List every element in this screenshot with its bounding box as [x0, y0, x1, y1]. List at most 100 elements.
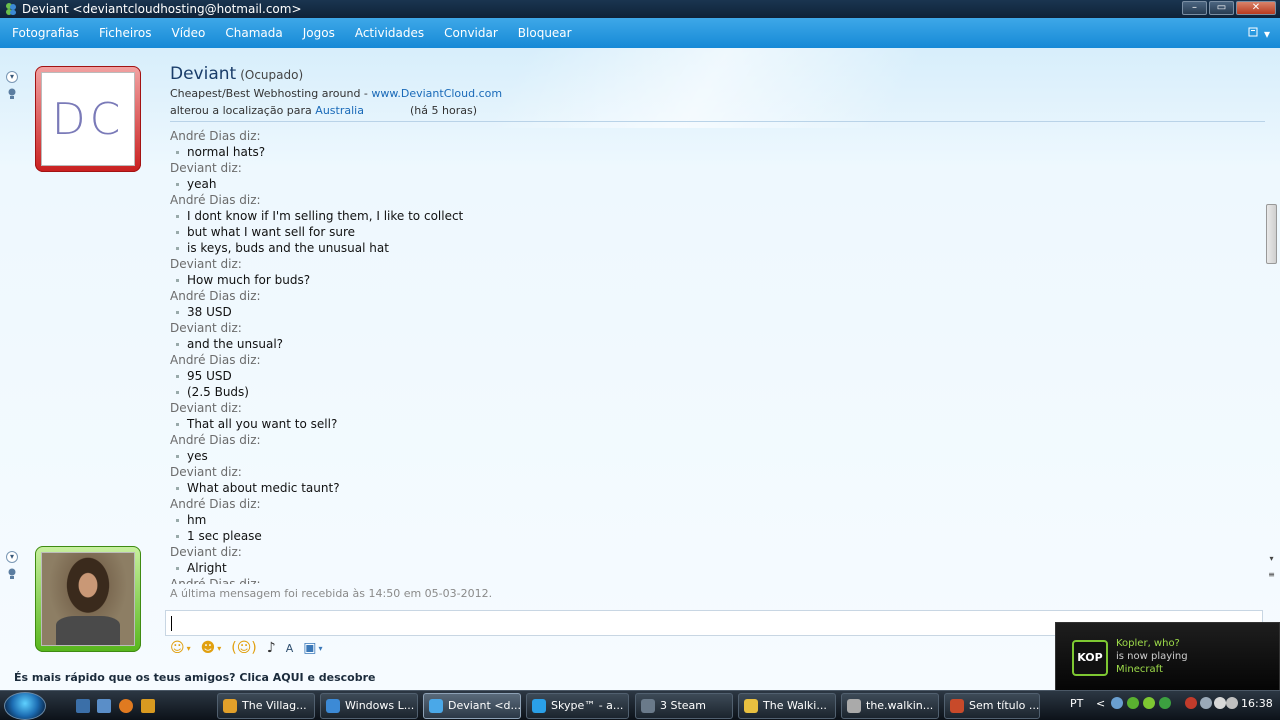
firefox-icon[interactable]: [119, 699, 133, 713]
menu-item-video[interactable]: Vídeo: [161, 26, 215, 40]
taskbar-button-label: Skype™ - a...: [551, 699, 624, 712]
close-button[interactable]: ✕: [1236, 1, 1276, 15]
wink-icon: ☻: [200, 640, 216, 656]
personal-message-link[interactable]: www.DeviantCloud.com: [371, 87, 502, 100]
menu-item-actividades[interactable]: Actividades: [345, 26, 434, 40]
font-button[interactable]: A: [286, 642, 294, 655]
kopler-tray-icon[interactable]: [1143, 697, 1155, 709]
promo-banner[interactable]: És mais rápido que os teus amigos? Clica…: [14, 671, 376, 684]
title-bar: Deviant <deviantcloudhosting@hotmail.com…: [0, 0, 1280, 18]
language-indicator[interactable]: PT: [1070, 697, 1083, 710]
taskbar-button[interactable]: Deviant <d...: [423, 693, 521, 719]
header-divider: [170, 121, 1265, 122]
scroll-down-arrow[interactable]: ▾: [1265, 554, 1278, 564]
notification-activity: is now playing: [1116, 651, 1188, 662]
user-avatar[interactable]: [35, 546, 141, 652]
emoticon-button[interactable]: ☺ ▾: [170, 640, 191, 656]
last-message-info: A última mensagem foi recebida às 14:50 …: [170, 587, 493, 600]
menu-item-bloquear[interactable]: Bloquear: [508, 26, 582, 40]
menu-item-convidar[interactable]: Convidar: [434, 26, 508, 40]
security-tray-icon[interactable]: [1185, 697, 1197, 709]
notification-game: Minecraft: [1116, 664, 1163, 675]
emoticon-icon: ☺: [170, 640, 185, 656]
menu-item-fotografias[interactable]: Fotografias: [2, 26, 89, 40]
game-notification[interactable]: KOP Kopler, who? is now playing Minecraf…: [1055, 622, 1280, 692]
text-caret: [171, 616, 172, 631]
taskbar-button[interactable]: Sem título ...: [944, 693, 1040, 719]
taskbar-app-icon: [847, 699, 861, 713]
messenger-tray-icon[interactable]: [1127, 697, 1139, 709]
scroll-end-icon[interactable]: ≡: [1265, 570, 1278, 580]
wink-button[interactable]: ☻ ▾: [201, 640, 222, 656]
show-desktop-icon[interactable]: [76, 699, 90, 713]
start-button[interactable]: [4, 692, 46, 720]
tray-expand-icon[interactable]: <: [1096, 697, 1105, 710]
nudge-button[interactable]: (☺): [231, 640, 257, 656]
taskbar-button-label: the.walkin...: [866, 699, 934, 712]
taskbar-app-icon: [744, 699, 758, 713]
contact-location-update: alterou a localização para Australia (há…: [170, 104, 477, 117]
message-line: Alright: [170, 560, 1260, 576]
maximize-button[interactable]: ▭: [1209, 1, 1234, 15]
contact-avatar-text: DC: [51, 93, 125, 145]
message-line: How much for buds?: [170, 272, 1260, 288]
messenger-icon: [4, 2, 18, 16]
taskbar-clock[interactable]: 16:38: [1241, 697, 1273, 710]
media-player-icon[interactable]: [141, 699, 155, 713]
message-sender: Deviant diz:: [170, 465, 242, 479]
window-title: Deviant <deviantcloudhosting@hotmail.com…: [22, 2, 302, 16]
message-sender: André Dias diz:: [170, 577, 261, 584]
minimize-button[interactable]: –: [1182, 1, 1207, 15]
conversation-scrollbar[interactable]: ▾ ≡: [1265, 124, 1278, 584]
taskbar-button-label: The Walki...: [763, 699, 827, 712]
menu-options-chevron: ▾: [1263, 27, 1270, 41]
utorrent-tray-icon[interactable]: [1159, 697, 1171, 709]
taskbar-button[interactable]: the.walkin...: [841, 693, 939, 719]
menu-item-chamada[interactable]: Chamada: [215, 26, 292, 40]
taskbar-app-icon: [641, 699, 655, 713]
contact-name: Deviant: [170, 64, 237, 84]
user-webcam-icon[interactable]: [6, 568, 18, 580]
steam-tray-icon[interactable]: [1111, 697, 1123, 709]
message-line: I dont know if I'm selling them, I like …: [170, 208, 1260, 224]
menu-bar: Fotografias Ficheiros Vídeo Chamada Jogo…: [0, 18, 1280, 48]
compose-toolbar: ☺ ▾ ☻ ▾ (☺) ♪ A ▣ ▾: [170, 638, 323, 658]
menu-item-jogos[interactable]: Jogos: [293, 26, 345, 40]
voice-clip-button[interactable]: ♪: [267, 640, 276, 656]
emoticon-chevron-icon: ▾: [186, 643, 191, 653]
font-icon: A: [285, 641, 294, 655]
taskbar-button[interactable]: The Villag...: [217, 693, 315, 719]
switch-windows-icon[interactable]: [97, 699, 111, 713]
message-line: hm: [170, 512, 1260, 528]
taskbar-button[interactable]: Skype™ - a...: [526, 693, 629, 719]
notification-contact: Kopler, who?: [1116, 638, 1180, 649]
windows-taskbar: The Villag... Windows L... Deviant <d... Sk…: [0, 690, 1280, 720]
location-prefix: alterou a localização para: [170, 104, 316, 117]
taskbar-button[interactable]: 3 Steam: [635, 693, 733, 719]
taskbar-app-icon: [326, 699, 340, 713]
network-tray-icon[interactable]: [1200, 697, 1212, 709]
location-link[interactable]: Australia: [315, 104, 364, 117]
taskbar-button[interactable]: The Walki...: [738, 693, 836, 719]
nudge-icon: (☺): [231, 640, 257, 656]
conversation-history[interactable]: André Dias diz: normal hats? Deviant diz: y…: [170, 128, 1260, 584]
menu-item-ficheiros[interactable]: Ficheiros: [89, 26, 162, 40]
contact-header: Deviant (Ocupado): [170, 64, 303, 84]
background-button[interactable]: ▣ ▾: [303, 640, 322, 656]
volume-icon[interactable]: [1226, 697, 1238, 709]
voice-clip-icon: ♪: [266, 640, 276, 656]
taskbar-button-label: Windows L...: [345, 699, 415, 712]
message-line: (2.5 Buds): [170, 384, 1260, 400]
menu-options-icon[interactable]: ▾: [1248, 26, 1270, 41]
message-line: yeah: [170, 176, 1260, 192]
webcam-icon[interactable]: [6, 88, 18, 100]
user-panel-collapse-icon[interactable]: ▾: [6, 551, 18, 563]
message-line: is keys, buds and the unusual hat: [170, 240, 1260, 256]
taskbar-button[interactable]: Windows L...: [320, 693, 418, 719]
message-line: normal hats?: [170, 144, 1260, 160]
personal-message-text: Cheapest/Best Webhosting around -: [170, 87, 372, 100]
contact-avatar[interactable]: DC: [35, 66, 141, 172]
contact-panel-collapse-icon[interactable]: ▾: [6, 71, 18, 83]
scrollbar-thumb[interactable]: [1266, 204, 1277, 264]
power-tray-icon[interactable]: [1214, 697, 1226, 709]
